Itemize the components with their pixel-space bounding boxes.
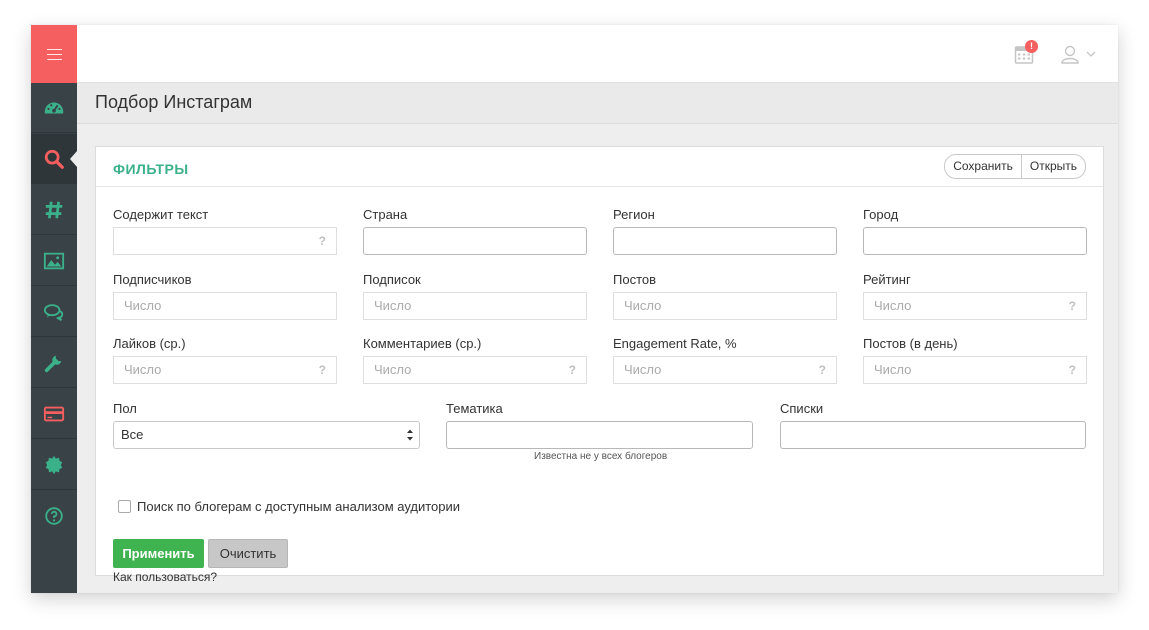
gender-label: Пол [113,401,137,416]
sidebar-item-messages[interactable] [31,287,77,337]
sidebar-item-badges[interactable] [31,440,77,490]
help-mark-icon[interactable]: ? [1069,293,1076,319]
gender-select[interactable]: Все [113,421,420,449]
chevron-down-icon [1086,51,1096,57]
city-input[interactable] [863,227,1087,255]
audience-analysis-checkbox[interactable] [118,500,131,513]
page-header: Подбор Инстаграм [77,83,1118,124]
country-input[interactable] [363,227,587,255]
posts-per-day-input[interactable]: Число ? [863,356,1087,384]
comments-input[interactable]: Число ? [363,356,587,384]
sidebar [31,25,77,593]
badge-icon [45,455,63,474]
subscribers-label: Подписчиков [113,272,192,287]
rating-placeholder: Число [874,298,912,313]
page-title: Подбор Инстаграм [95,92,253,112]
audience-analysis-option[interactable]: Поиск по блогерам с доступным анализом а… [118,499,460,514]
hashtag-icon [45,201,63,218]
app-window: ! Подбор Инстаграм ФИЛЬТРЫ Сохранить Отк… [31,25,1118,593]
dashboard-icon [44,102,64,113]
sidebar-item-billing[interactable] [31,389,77,439]
filters-panel-header: ФИЛЬТРЫ Сохранить Открыть [96,147,1103,187]
user-menu[interactable] [1060,43,1100,65]
region-input[interactable] [613,227,837,255]
country-label: Страна [363,207,408,222]
main-content: ФИЛЬТРЫ Сохранить Открыть Содержит текст… [77,124,1118,593]
help-mark-icon[interactable]: ? [1069,357,1076,383]
clear-button[interactable]: Очистить [208,539,288,568]
apply-button[interactable]: Применить [113,539,204,568]
likes-placeholder: Число [124,362,162,377]
comments-label: Комментариев (ср.) [363,336,482,351]
search-icon [44,149,64,169]
topic-input[interactable] [446,421,753,449]
wrench-icon [44,355,62,372]
hamburger-icon [46,48,62,60]
audience-analysis-label: Поиск по блогерам с доступным анализом а… [137,499,461,514]
sidebar-item-hashtags[interactable] [31,185,77,235]
help-mark-icon[interactable]: ? [319,228,326,254]
sidebar-item-search[interactable] [31,134,77,184]
help-icon [45,507,63,525]
contains-text-label: Содержит текст [113,207,209,222]
rating-label: Рейтинг [863,272,911,287]
comments-placeholder: Число [374,362,412,377]
region-label: Регион [613,207,655,222]
top-bar: ! [77,25,1118,83]
topic-label: Тематика [446,401,503,416]
subscriptions-input[interactable]: Число [363,292,587,320]
sidebar-item-help[interactable] [31,491,77,541]
filters-button-group: Сохранить Открыть [944,154,1086,179]
posts-input[interactable]: Число [613,292,837,320]
select-arrows-icon [407,429,413,441]
sidebar-item-images[interactable] [31,236,77,286]
lists-input[interactable] [780,421,1086,449]
sidebar-item-dashboard[interactable] [31,83,77,133]
contains-text-input[interactable]: ? [113,227,337,255]
city-label: Город [863,207,899,222]
likes-input[interactable]: Число ? [113,356,337,384]
rating-input[interactable]: Число ? [863,292,1087,320]
topic-hint: Известна не у всех блогеров [534,451,668,462]
help-mark-icon[interactable]: ? [319,357,326,383]
likes-label: Лайков (ср.) [113,336,186,351]
sidebar-item-tools[interactable] [31,338,77,388]
image-icon [43,252,65,269]
help-mark-icon[interactable]: ? [569,357,576,383]
posts-placeholder: Число [624,298,662,313]
gender-value: Все [121,427,144,442]
credit-card-icon [43,406,65,421]
filters-title: ФИЛЬТРЫ [113,161,189,177]
engagement-rate-placeholder: Число [624,362,662,377]
engagement-rate-input[interactable]: Число ? [613,356,837,384]
engagement-rate-label: Engagement Rate, % [613,336,737,351]
open-filters-button[interactable]: Открыть [1020,155,1085,178]
subscribers-input[interactable]: Число [113,292,337,320]
subscriptions-label: Подписок [363,272,421,287]
chat-icon [43,303,64,321]
how-to-use-link[interactable]: Как пользоваться? [113,570,217,584]
filters-panel: ФИЛЬТРЫ Сохранить Открыть Содержит текст… [95,146,1104,584]
posts-per-day-placeholder: Число [874,362,912,377]
user-icon [1061,45,1079,64]
posts-label: Постов [613,272,657,287]
subscriptions-placeholder: Число [374,298,412,313]
lists-label: Списки [780,401,824,416]
posts-per-day-label: Постов (в день) [863,336,958,351]
subscribers-placeholder: Число [124,298,162,313]
help-mark-icon[interactable]: ? [819,357,826,383]
save-filters-button[interactable]: Сохранить [945,155,1021,178]
notification-badge: ! [1025,40,1038,53]
menu-toggle-button[interactable] [31,25,77,83]
